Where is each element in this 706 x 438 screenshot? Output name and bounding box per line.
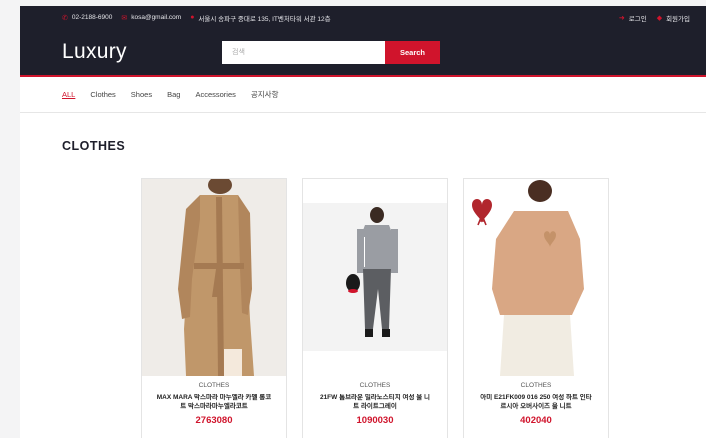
- product-category: CLOTHES: [359, 382, 391, 389]
- address-info: ● 서울시 송파구 중대로 135, IT벤처타워 서관 12층: [190, 13, 330, 23]
- product-category: CLOTHES: [198, 382, 230, 389]
- product-name[interactable]: MAX MARA 막스마라 마누엘라 카멜 롱코트 막스마라마누엘라코트: [156, 394, 272, 411]
- nav-clothes[interactable]: Clothes: [90, 90, 115, 99]
- nav-accessories[interactable]: Accessories: [195, 90, 235, 99]
- product-image[interactable]: [142, 179, 286, 376]
- login-icon: ➜: [618, 14, 625, 22]
- product-name[interactable]: 아미 E21FK009 016 250 여성 하트 인타르시아 오버사이즈 울 …: [478, 394, 594, 411]
- phone-text: 02-2188-6900: [71, 14, 113, 21]
- page: ✆ 02-2188-6900 ✉ kosa@gmail.com ● 서울시 송파구 중…: [20, 6, 706, 438]
- product-price: 2763080: [195, 415, 233, 426]
- product-image[interactable]: [303, 179, 447, 376]
- product-price: 402040: [520, 415, 552, 426]
- nav-shoes[interactable]: Shoes: [131, 90, 152, 99]
- category-nav: ALL Clothes Shoes Bag Accessories 공지사항: [20, 77, 706, 113]
- nav-all[interactable]: ALL: [62, 90, 75, 99]
- nav-notice[interactable]: 공지사항: [251, 89, 279, 100]
- site-logo[interactable]: Luxury: [62, 40, 222, 64]
- product-category: CLOTHES: [520, 382, 552, 389]
- product-name[interactable]: 21FW 톰브라운 밀라노스티치 여성 울 니트 라이트그레이: [317, 394, 433, 411]
- signup-link[interactable]: ◆ 회원가입: [657, 13, 690, 23]
- product-price: 1090030: [356, 415, 394, 426]
- user-plus-icon: ◆: [656, 14, 663, 22]
- product-image[interactable]: [464, 179, 608, 376]
- email-text[interactable]: kosa@gmail.com: [131, 14, 181, 21]
- product-grid: CLOTHES MAX MARA 막스마라 마누엘라 카멜 롱코트 막스마라마누…: [141, 178, 624, 438]
- top-info-bar: ✆ 02-2188-6900 ✉ kosa@gmail.com ● 서울시 송파구 중…: [20, 6, 706, 29]
- nav-bag[interactable]: Bag: [167, 90, 180, 99]
- grey-knit-illustration: [303, 203, 447, 351]
- signup-label[interactable]: 회원가입: [666, 13, 690, 23]
- login-link[interactable]: ➜ 로그인: [619, 13, 647, 23]
- address-text: 서울시 송파구 중대로 135, IT벤처타워 서관 12층: [198, 15, 331, 23]
- main-header: Luxury Search: [20, 29, 706, 77]
- search-button[interactable]: Search: [385, 40, 440, 64]
- product-card[interactable]: CLOTHES 아미 E21FK009 016 250 여성 하트 인타르시아 …: [463, 178, 609, 438]
- mail-icon: ✉: [121, 14, 128, 22]
- heart-knit-illustration: [464, 179, 608, 376]
- product-card[interactable]: CLOTHES 21FW 톰브라운 밀라노스티치 여성 울 니트 라이트그레이 …: [302, 178, 448, 438]
- search-bar: Search: [222, 40, 440, 64]
- product-card[interactable]: CLOTHES MAX MARA 막스마라 마누엘라 카멜 롱코트 막스마라마누…: [141, 178, 287, 438]
- phone-icon: ✆: [62, 14, 68, 22]
- search-input[interactable]: [222, 40, 385, 64]
- section-title: CLOTHES: [62, 139, 126, 153]
- email-info[interactable]: ✉ kosa@gmail.com: [121, 14, 181, 22]
- camel-coat-illustration: [142, 179, 286, 376]
- location-pin-icon: ●: [190, 14, 195, 21]
- login-label[interactable]: 로그인: [629, 13, 647, 23]
- phone-info: ✆ 02-2188-6900: [62, 14, 112, 22]
